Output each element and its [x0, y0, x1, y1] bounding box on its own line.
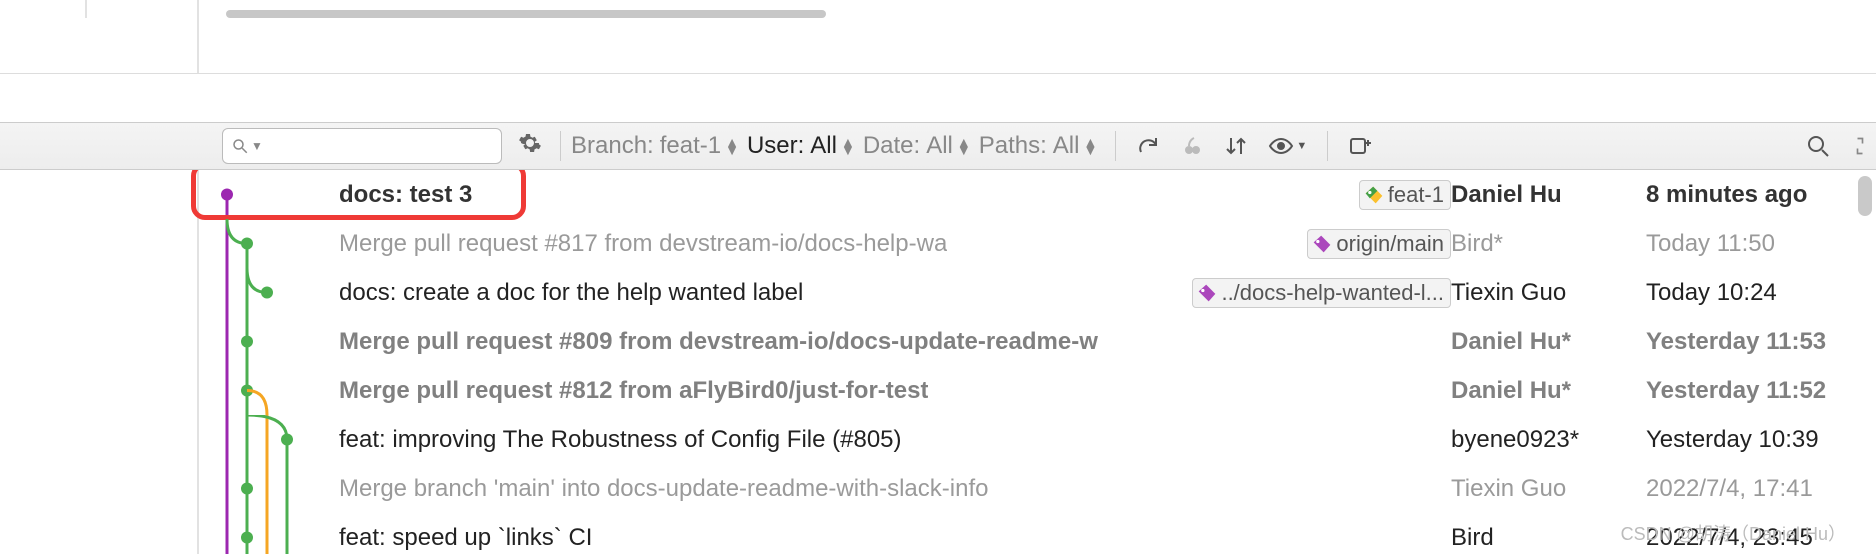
updown-icon [841, 138, 855, 154]
toolbar-separator [1327, 131, 1328, 161]
commit-date: 8 minutes ago [1646, 181, 1876, 209]
commit-row[interactable]: docs: test 3 feat-1 Daniel Hu8 minutes ago [199, 170, 1876, 219]
commit-graph-cell [199, 513, 339, 554]
branch-tag-label: origin/main [1336, 231, 1444, 257]
filter-label: Branch: [571, 132, 654, 160]
commit-message: feat: improving The Robustness of Config… [339, 426, 902, 454]
cherry-pick-icon[interactable] [1180, 134, 1204, 158]
toolbar-separator [560, 131, 561, 161]
commit-row[interactable]: Merge pull request #817 from devstream-i… [199, 219, 1876, 268]
filter-label: Date: [863, 132, 920, 160]
commit-graph-cell [199, 170, 339, 219]
commit-author: Daniel Hu* [1451, 377, 1646, 405]
branch-tag-label: feat-1 [1388, 182, 1444, 208]
commit-log: docs: test 3 feat-1 Daniel Hu8 minutes ago… [0, 170, 1876, 554]
branch-filter[interactable]: Branch: feat-1 [571, 132, 739, 160]
commit-graph-cell [199, 268, 339, 317]
commit-message-cell: feat: improving The Robustness of Config… [339, 426, 1451, 454]
spacer [0, 74, 1876, 122]
commit-graph-cell [199, 464, 339, 513]
commit-message: Merge pull request #817 from devstream-i… [339, 230, 947, 258]
commit-author: Tiexin Guo [1451, 475, 1646, 503]
commit-date: Today 10:24 [1646, 279, 1876, 307]
commit-row[interactable]: Merge pull request #812 from aFlyBird0/j… [199, 366, 1876, 415]
updown-icon [957, 138, 971, 154]
commit-date: Today 11:50 [1646, 230, 1876, 258]
commit-row[interactable]: docs: create a doc for the help wanted l… [199, 268, 1876, 317]
commit-message-cell: Merge pull request #817 from devstream-i… [339, 229, 1451, 259]
commit-message: Merge pull request #812 from aFlyBird0/j… [339, 377, 928, 405]
open-new-tab-icon[interactable] [1348, 134, 1372, 158]
filter-value: feat-1 [660, 132, 721, 160]
commit-message-cell: feat: speed up `links` CI [339, 524, 1451, 552]
commit-author: Tiexin Guo [1451, 279, 1646, 307]
commit-message-cell: docs: test 3 feat-1 [339, 180, 1451, 210]
find-icon[interactable] [1806, 134, 1830, 158]
commit-message: feat: speed up `links` CI [339, 524, 592, 552]
date-filter[interactable]: Date: All [863, 132, 971, 160]
commit-date: 2022/7/4, 17:41 [1646, 475, 1876, 503]
commit-graph-cell [199, 317, 339, 366]
branch-tag[interactable]: feat-1 [1359, 180, 1451, 210]
panel-divider [197, 0, 199, 73]
chevron-down-icon: ▼ [251, 139, 263, 153]
horizontal-scrollbar[interactable] [226, 10, 826, 18]
commit-message: docs: create a doc for the help wanted l… [339, 279, 803, 307]
expand-icon[interactable] [1850, 134, 1870, 158]
toolbar-separator [1115, 131, 1116, 161]
filter-label: User: [747, 132, 804, 160]
filter-value: All [810, 132, 837, 160]
branch-tag[interactable]: origin/main [1307, 229, 1451, 259]
commit-author: Daniel Hu* [1451, 328, 1646, 356]
commit-author: Daniel Hu [1451, 181, 1646, 209]
commit-graph-cell [199, 415, 339, 464]
commit-search-field[interactable] [263, 135, 528, 158]
commit-row[interactable]: feat: improving The Robustness of Config… [199, 415, 1876, 464]
upper-panel [0, 0, 1876, 74]
commit-date: Yesterday 11:52 [1646, 377, 1876, 405]
commit-graph-cell [199, 366, 339, 415]
refresh-icon[interactable] [1136, 134, 1160, 158]
commit-author: Bird* [1451, 230, 1646, 258]
chevron-down-icon: ▼ [1296, 140, 1307, 152]
commit-author: byene0923* [1451, 426, 1646, 454]
filter-label: Paths: [979, 132, 1047, 160]
commit-message: docs: test 3 [339, 181, 1353, 209]
commit-row[interactable]: Merge pull request #809 from devstream-i… [199, 317, 1876, 366]
commit-date: Yesterday 11:53 [1646, 328, 1876, 356]
commit-message-cell: Merge branch 'main' into docs-update-rea… [339, 475, 1451, 503]
commit-date: 2022/7/4, 23:45 [1646, 524, 1876, 552]
commit-search-input[interactable]: ▼ [222, 128, 502, 164]
branch-tag-label: ../docs-help-wanted-l... [1221, 280, 1444, 306]
filter-value: All [926, 132, 953, 160]
commit-author: Bird [1451, 524, 1646, 552]
vertical-scrollbar[interactable] [1858, 176, 1872, 216]
git-log-toolbar: ▼ Branch: feat-1 User: All Date: All Pat… [0, 122, 1876, 170]
user-filter[interactable]: User: All [747, 132, 855, 160]
updown-icon [1083, 138, 1097, 154]
commit-graph-cell [199, 219, 339, 268]
updown-icon [725, 138, 739, 154]
branch-tag[interactable]: ../docs-help-wanted-l... [1192, 278, 1451, 308]
commit-message-cell: docs: create a doc for the help wanted l… [339, 278, 1451, 308]
commit-row[interactable]: Merge branch 'main' into docs-update-rea… [199, 464, 1876, 513]
panel-divider [85, 0, 87, 18]
commit-row[interactable]: feat: speed up `links` CI Bird2022/7/4, 2… [199, 513, 1876, 554]
sort-icon[interactable] [1224, 134, 1248, 158]
commit-message-cell: Merge pull request #809 from devstream-i… [339, 328, 1451, 356]
commit-date: Yesterday 10:39 [1646, 426, 1876, 454]
commit-message: Merge pull request #809 from devstream-i… [339, 328, 1098, 356]
gear-icon[interactable] [518, 131, 542, 162]
filter-value: All [1053, 132, 1080, 160]
commit-message: Merge branch 'main' into docs-update-rea… [339, 475, 988, 503]
eye-icon[interactable]: ▼ [1268, 134, 1307, 158]
search-icon [231, 137, 249, 155]
paths-filter[interactable]: Paths: All [979, 132, 1098, 160]
commit-message-cell: Merge pull request #812 from aFlyBird0/j… [339, 377, 1451, 405]
